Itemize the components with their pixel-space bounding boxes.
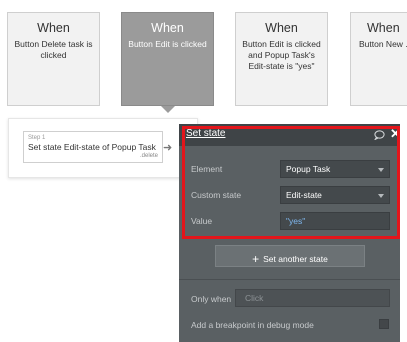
element-value: Popup Task: [286, 164, 331, 174]
chevron-down-icon: [378, 168, 384, 172]
event-description: Button Delete task is clicked: [14, 39, 93, 60]
event-card-edit-conditional[interactable]: When Button Edit is clicked and Popup Ta…: [235, 12, 328, 106]
step-subtitle: .delete: [139, 153, 158, 159]
panel-header: Set state ✕: [179, 124, 401, 146]
arrow-right-icon: ➜: [163, 142, 173, 154]
only-when-label: Only when: [191, 294, 232, 304]
element-label: Element: [191, 164, 223, 174]
event-card-delete-task[interactable]: When Button Delete task is clicked: [7, 12, 100, 106]
set-another-state-label: Set another state: [263, 254, 328, 264]
event-card-edit-selected[interactable]: When Button Edit is clicked: [121, 12, 214, 106]
step-number-label: Step 1: [28, 135, 46, 141]
step-title: Set state Edit-state of Popup Task: [28, 142, 156, 152]
event-description: Button New ... clicked: [359, 39, 407, 49]
event-card-new[interactable]: When Button New ... clicked: [350, 12, 407, 106]
breakpoint-label: Add a breakpoint in debug mode: [191, 320, 314, 330]
selected-event-pointer: [161, 106, 175, 113]
custom-state-label: Custom state: [191, 190, 242, 200]
close-icon[interactable]: ✕: [390, 126, 401, 142]
event-when-label: When: [37, 21, 70, 35]
action-property-panel: Set state ✕ Element Popup Task Custom st…: [179, 124, 401, 342]
event-description: Button Edit is clicked: [128, 39, 207, 49]
only-when-input[interactable]: Click: [235, 289, 390, 307]
panel-divider: [179, 279, 400, 280]
custom-state-value: Edit-state: [286, 190, 322, 200]
value-input[interactable]: "yes": [280, 212, 390, 230]
event-when-label: When: [367, 21, 400, 35]
breakpoint-checkbox[interactable]: [379, 319, 389, 329]
custom-state-dropdown[interactable]: Edit-state: [280, 186, 390, 204]
workflow-editor: When Button Delete task is clicked When …: [0, 0, 407, 342]
chevron-down-icon: [378, 194, 384, 198]
event-when-label: When: [265, 21, 298, 35]
event-when-label: When: [151, 21, 184, 35]
set-another-state-button[interactable]: + Set another state: [215, 245, 365, 267]
element-dropdown[interactable]: Popup Task: [280, 160, 390, 178]
plus-icon: +: [252, 252, 260, 266]
step-1-card[interactable]: Step 1 Set state Edit-state of Popup Tas…: [23, 131, 163, 163]
event-description: Button Edit is clicked and Popup Task's …: [242, 39, 321, 71]
value-label: Value: [191, 216, 213, 226]
panel-title[interactable]: Set state: [186, 128, 225, 139]
comment-icon[interactable]: [374, 130, 385, 140]
